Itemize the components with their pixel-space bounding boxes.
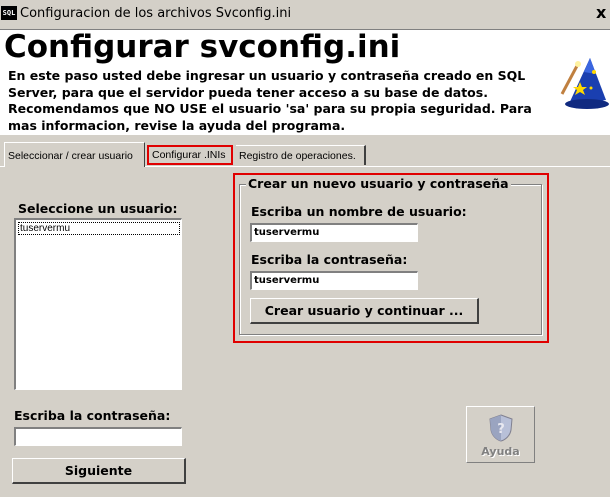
header-description: En este paso usted debe ingresar un usua…: [8, 68, 532, 133]
tab-registro-operaciones[interactable]: Registro de operaciones.: [236, 145, 366, 165]
svg-text:?: ?: [497, 422, 505, 437]
list-item[interactable]: tuservermu: [18, 222, 180, 235]
window-title: Configuracion de los archivos Svconfig.i…: [20, 6, 292, 21]
new-password-label: Escriba la contraseña:: [251, 252, 408, 267]
title-bar[interactable]: SQL Configuracion de los archivos Svconf…: [0, 0, 610, 29]
help-button[interactable]: ? Ayuda: [466, 406, 535, 463]
create-user-button[interactable]: Crear usuario y continuar ...: [250, 298, 479, 324]
page-title: Configurar svconfig.ini: [4, 29, 401, 65]
close-button[interactable]: x: [596, 3, 610, 23]
tab-seleccionar-usuario[interactable]: Seleccionar / crear usuario: [4, 142, 145, 167]
shield-help-icon: ?: [489, 414, 513, 442]
help-label: Ayuda: [481, 445, 520, 458]
config-window: SQL Configuracion de los archivos Svconf…: [0, 0, 610, 497]
wizard-hat-icon: [560, 58, 609, 109]
password-label: Escriba la contraseña:: [14, 408, 171, 423]
header-panel: Configurar svconfig.ini En este paso ust…: [0, 29, 610, 135]
username-label: Escriba un nombre de usuario:: [251, 204, 467, 219]
password-field[interactable]: [14, 427, 182, 446]
app-icon: SQL: [1, 6, 17, 20]
new-username-field[interactable]: tuservermu: [250, 223, 418, 242]
select-user-label: Seleccione un usuario:: [18, 201, 178, 216]
user-listbox[interactable]: tuservermu: [14, 218, 182, 390]
tab-configurar-inis[interactable]: Configurar .INIs: [147, 145, 233, 165]
group-legend: Crear un nuevo usuario y contraseña: [246, 176, 511, 191]
new-password-field[interactable]: tuservermu: [250, 271, 418, 290]
tab-strip: Seleccionar / crear usuario Configurar .…: [0, 140, 610, 167]
next-button[interactable]: Siguiente: [12, 458, 186, 484]
